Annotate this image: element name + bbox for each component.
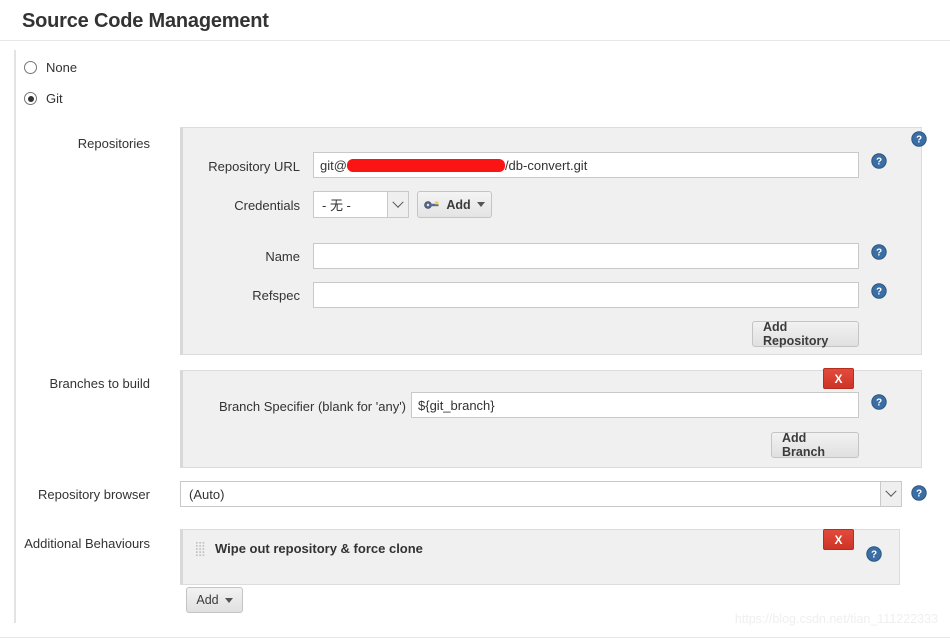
repository-browser-chevron-down-icon[interactable]	[880, 482, 901, 506]
svg-text:?: ?	[916, 135, 922, 146]
repositories-section-label: Repositories	[77, 136, 150, 151]
page-title: Source Code Management	[22, 10, 269, 32]
scm-config-page: Source Code Management None Git Reposito…	[0, 0, 950, 638]
svg-text:?: ?	[876, 157, 882, 168]
add-repository-label: Add Repository	[763, 320, 829, 348]
additional-behaviours-section-label: Additional Behaviours	[24, 536, 150, 551]
add-repository-button[interactable]: Add Repository	[752, 320, 859, 348]
branches-section-label: Branches to build	[49, 376, 150, 391]
repository-refspec-input[interactable]	[313, 282, 859, 308]
scm-option-git[interactable]: Git	[24, 91, 63, 106]
repositories-section-help-icon[interactable]: ?	[911, 131, 927, 147]
credentials-select-value: - 无 -	[322, 198, 351, 213]
svg-text:?: ?	[871, 550, 877, 561]
add-behaviour-caret-down-icon[interactable]	[224, 597, 233, 603]
credentials-select[interactable]: - 无 -	[313, 191, 409, 218]
credentials-label: Credentials	[234, 198, 300, 213]
additional-behaviours-help-icon[interactable]: ?	[866, 546, 882, 562]
repository-browser-value: (Auto)	[189, 486, 225, 502]
radio-none-icon[interactable]	[24, 61, 37, 74]
repository-browser-select[interactable]: (Auto)	[180, 481, 902, 507]
svg-text:?: ?	[876, 398, 882, 409]
svg-text:?: ?	[916, 489, 922, 500]
repository-refspec-help-icon[interactable]: ?	[871, 283, 887, 299]
repository-refspec-label: Refspec	[252, 288, 300, 303]
repository-url-prefix: git@	[320, 157, 347, 173]
repository-name-help-icon[interactable]: ?	[871, 244, 887, 260]
watermark: https://blog.csdn.net/tian_111222333	[734, 612, 938, 626]
repository-name-label: Name	[265, 249, 300, 264]
repository-url-label: Repository URL	[208, 159, 300, 174]
radio-git-icon[interactable]	[24, 92, 37, 105]
credentials-chevron-down-icon[interactable]	[387, 192, 408, 217]
branch-specifier-input[interactable]	[411, 392, 859, 418]
repository-name-input[interactable]	[313, 243, 859, 269]
scm-option-none[interactable]: None	[24, 60, 77, 75]
repository-url-help-icon[interactable]: ?	[871, 153, 887, 169]
svg-text:?: ?	[876, 248, 882, 259]
key-icon	[424, 199, 440, 211]
scm-option-git-label: Git	[46, 91, 63, 106]
svg-text:?: ?	[876, 287, 882, 298]
repository-url-input[interactable]: git@ /db-convert.git	[313, 152, 859, 178]
repository-url-suffix: /db-convert.git	[504, 157, 588, 173]
delete-behaviour-button[interactable]: X	[823, 529, 854, 550]
add-branch-label: Add Branch	[782, 431, 826, 459]
add-behaviour-button[interactable]: Add	[186, 587, 243, 613]
delete-branch-button[interactable]: X	[823, 368, 854, 389]
add-credentials-label: Add	[446, 197, 471, 212]
repository-browser-section-label: Repository browser	[38, 487, 150, 502]
behaviour-label: Wipe out repository & force clone	[215, 541, 423, 556]
title-divider	[0, 40, 950, 41]
branch-specifier-label: Branch Specifier (blank for 'any')	[218, 399, 406, 414]
behaviour-list-item[interactable]: Wipe out repository & force clone	[196, 541, 423, 556]
drag-handle-icon[interactable]	[196, 541, 205, 556]
additional-behaviours-panel	[180, 529, 900, 585]
repository-browser-help-icon[interactable]: ?	[911, 485, 927, 501]
branch-specifier-help-icon[interactable]: ?	[871, 394, 887, 410]
repository-url-redaction	[346, 158, 505, 172]
add-credentials-button[interactable]: Add	[417, 191, 492, 218]
scm-option-none-label: None	[46, 60, 78, 75]
add-behaviour-label: Add	[196, 593, 219, 607]
add-branch-button[interactable]: Add Branch	[771, 431, 859, 459]
add-credentials-caret-down-icon[interactable]	[476, 202, 485, 207]
